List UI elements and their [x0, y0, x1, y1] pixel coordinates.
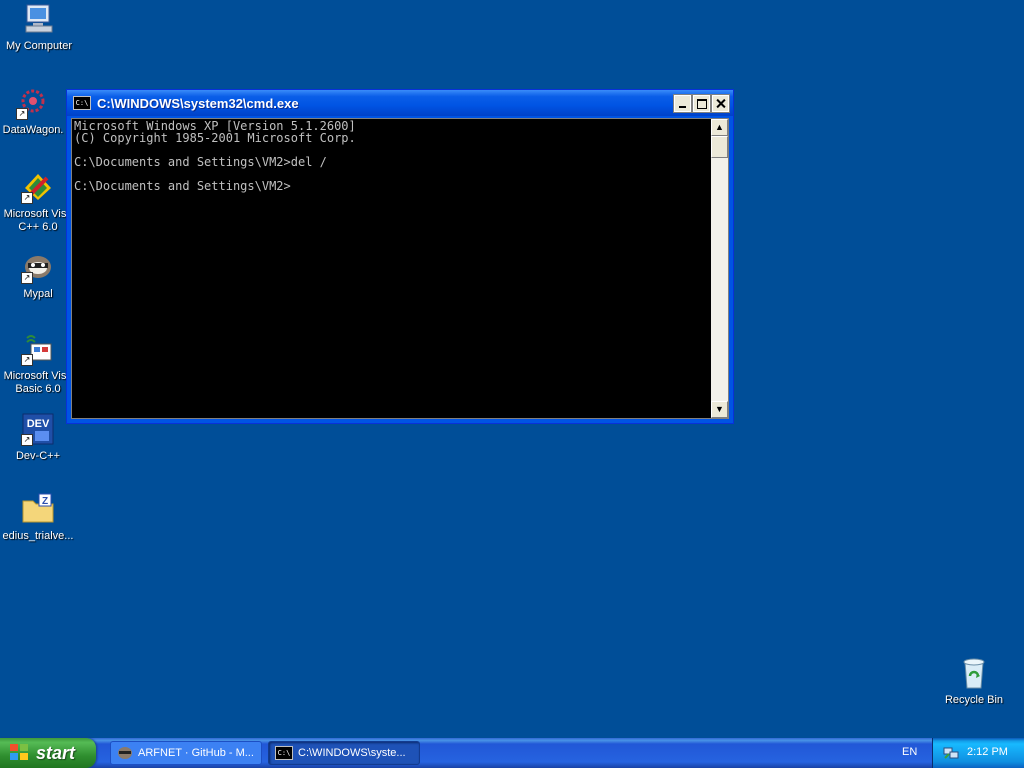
- mypal-icon: ↗: [21, 250, 55, 284]
- shortcut-arrow-icon: ↗: [21, 434, 33, 446]
- recycle-bin-icon: [957, 656, 991, 690]
- svg-text:Z: Z: [42, 496, 48, 507]
- desktop-icon-datawagon[interactable]: ↗ DataWagon.: [0, 86, 73, 137]
- my-computer-icon: [22, 2, 56, 36]
- shortcut-arrow-icon: ↗: [16, 108, 28, 120]
- console-line: (C) Copyright 1985-2001 Microsoft Corp.: [74, 131, 356, 145]
- shortcut-arrow-icon: ↗: [21, 272, 33, 284]
- shortcut-arrow-icon: ↗: [21, 192, 33, 204]
- desktop-icon-label: edius_trialve...: [2, 530, 74, 542]
- svg-text:DEV: DEV: [27, 418, 50, 430]
- desktop-icon-label: My Computer: [5, 40, 73, 52]
- system-tray: 2:12 PM: [932, 738, 1024, 768]
- console-output[interactable]: Microsoft Windows XP [Version 5.1.2600] …: [72, 119, 711, 418]
- window-titlebar[interactable]: C:\ C:\WINDOWS\system32\cmd.exe: [67, 90, 733, 116]
- window-title: C:\WINDOWS\system32\cmd.exe: [97, 95, 299, 111]
- language-indicator[interactable]: EN: [902, 746, 917, 758]
- scrollbar-thumb[interactable]: [711, 136, 728, 158]
- taskbar-button-browser[interactable]: ARFNET · GitHub - M...: [110, 741, 262, 765]
- taskbar-button-label: ARFNET · GitHub - M...: [138, 747, 254, 759]
- console-line: C:\Documents and Settings\VM2>: [74, 179, 291, 193]
- desktop-icon-label: Recycle Bin: [944, 694, 1004, 706]
- dev-cpp-icon: DEV ↗: [21, 412, 55, 446]
- datawagon-icon: ↗: [16, 86, 50, 120]
- desktop-icon-label: Dev-C++: [15, 450, 61, 462]
- network-icon[interactable]: [943, 746, 959, 760]
- mypal-icon: [117, 746, 133, 760]
- visual-cpp-icon: ↗: [21, 170, 55, 204]
- clock[interactable]: 2:12 PM: [967, 746, 1008, 758]
- close-button[interactable]: [711, 93, 730, 113]
- desktop-icon-zip-folder[interactable]: Z edius_trialve...: [0, 492, 78, 543]
- shortcut-arrow-icon: ↗: [21, 354, 33, 366]
- vertical-scrollbar[interactable]: ▲ ▼: [711, 119, 728, 418]
- start-label: start: [36, 742, 76, 763]
- cmd-icon: C:\: [275, 746, 293, 760]
- desktop-icon-recycle-bin[interactable]: Recycle Bin: [934, 656, 1014, 707]
- maximize-button[interactable]: [692, 93, 711, 113]
- console-line: C:\Documents and Settings\VM2>del /: [74, 155, 327, 169]
- visual-basic-icon: ↗: [21, 332, 55, 366]
- taskbar-button-cmd[interactable]: C:\ C:\WINDOWS\syste...: [268, 741, 420, 765]
- scroll-up-button[interactable]: ▲: [711, 119, 728, 136]
- taskbar-button-label: C:\WINDOWS\syste...: [298, 747, 406, 759]
- cmd-window[interactable]: C:\ C:\WINDOWS\system32\cmd.exe Microsof…: [66, 89, 734, 424]
- taskbar: start ARFNET · GitHub - M... C:\ C:\WIND…: [0, 738, 1024, 768]
- start-button[interactable]: start: [0, 738, 96, 768]
- cmd-icon: C:\: [73, 96, 91, 110]
- zip-folder-icon: Z: [21, 492, 55, 526]
- minimize-button[interactable]: [673, 93, 692, 113]
- desktop-icon-label: DataWagon.: [2, 124, 64, 136]
- window-client: Microsoft Windows XP [Version 5.1.2600] …: [71, 118, 729, 419]
- scroll-down-button[interactable]: ▼: [711, 401, 728, 418]
- desktop-icon-my-computer[interactable]: My Computer: [0, 2, 79, 53]
- windows-logo-icon: [10, 744, 30, 762]
